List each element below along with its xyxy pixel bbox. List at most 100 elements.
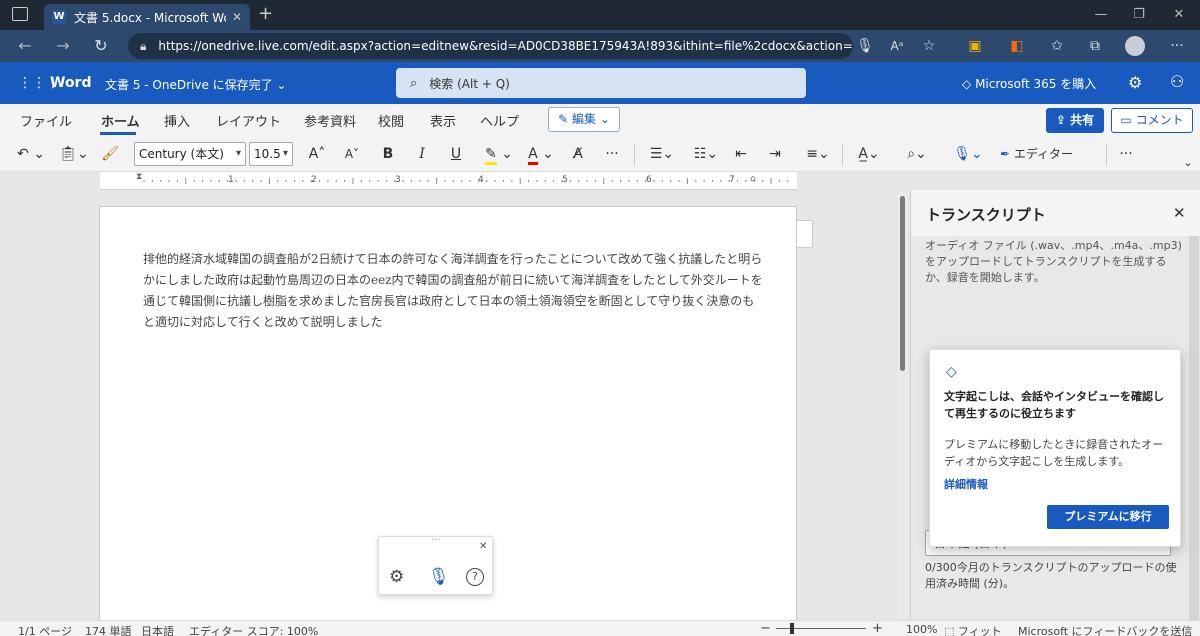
- format-painter-icon[interactable]: 🖌︎: [98, 143, 122, 165]
- zoom-slider-thumb[interactable]: [790, 623, 794, 634]
- dictation-settings-gear-icon[interactable]: ⚙: [389, 567, 404, 587]
- callout-heading: 文字起こしは、会話やインタビューを確認して再生するのに役立ちます: [944, 390, 1164, 420]
- feedback-link[interactable]: Microsoft にフィードバックを送信: [1018, 623, 1192, 636]
- learn-more-link[interactable]: 詳細情報: [944, 476, 988, 492]
- align-icon[interactable]: ≡⌄: [800, 143, 836, 165]
- tab-actions-icon[interactable]: [12, 7, 28, 21]
- more-font-options-icon[interactable]: ···: [600, 143, 624, 165]
- tab-close-icon[interactable]: ✕: [232, 10, 242, 24]
- minimize-button[interactable]: —: [1086, 4, 1116, 26]
- new-tab-button[interactable]: +: [258, 3, 273, 24]
- pane-title: トランスクリプト: [926, 206, 1046, 224]
- collections-icon[interactable]: ⧉: [1082, 35, 1108, 57]
- font-size-select[interactable]: 10.5 ▾: [249, 142, 293, 166]
- document-scrollbar-thumb[interactable]: [900, 196, 905, 371]
- account-icon[interactable]: ⚇: [1170, 72, 1184, 91]
- dictation-microphone-icon[interactable]: 🎙︎: [428, 567, 450, 587]
- editor-button[interactable]: ✒ エディター: [1000, 143, 1096, 165]
- read-aloud-icon[interactable]: Aᵃ: [884, 35, 910, 57]
- refresh-button[interactable]: ↻: [88, 35, 114, 57]
- ruler-number: 4: [478, 175, 484, 185]
- close-window-button[interactable]: ✕: [1164, 4, 1194, 26]
- ribbon-expand-icon[interactable]: ⌄: [1180, 152, 1196, 174]
- more-options-icon[interactable]: ···: [1114, 143, 1138, 165]
- font-size-value: 10.5: [254, 147, 281, 161]
- browser-tab[interactable]: W 文書 5.docx - Microsoft Word Online ✕: [44, 4, 250, 30]
- tab-review[interactable]: 校閲: [378, 111, 404, 130]
- lock-icon: 🔒︎: [140, 38, 147, 53]
- address-bar-row: ← → ↻ 🔒︎ https://onedrive.live.com/edit.…: [0, 30, 1200, 62]
- font-color-icon[interactable]: A ⌄: [524, 143, 558, 165]
- document-name[interactable]: 文書 5 - OneDrive に保存完了 ⌄: [105, 76, 287, 93]
- settings-gear-icon[interactable]: ⚙: [1128, 73, 1142, 92]
- app-launcher-icon[interactable]: ⋮⋮⋮: [18, 74, 60, 92]
- tab-insert[interactable]: 挿入: [164, 111, 190, 130]
- highlight-icon[interactable]: ✎ ⌄: [482, 143, 516, 165]
- numbering-icon[interactable]: ☷⌄: [688, 143, 724, 165]
- go-premium-button[interactable]: プレミアムに移行: [1047, 505, 1169, 529]
- extension-2-icon[interactable]: ◧: [1004, 35, 1030, 57]
- tab-help[interactable]: ヘルプ: [480, 111, 519, 130]
- comment-icon: ▭: [1120, 113, 1132, 127]
- upload-quota-text: 0/300今月のトランスクリプトのアップロードの使用済み時間 (分)。: [925, 561, 1177, 590]
- word-count[interactable]: 174 単語: [85, 623, 132, 636]
- find-icon[interactable]: ⌕⌄: [900, 143, 934, 165]
- indent-marker-icon[interactable]: ⧗: [136, 172, 144, 190]
- ruler-number: 7: [729, 175, 735, 185]
- tab-home[interactable]: ホーム: [101, 111, 140, 130]
- styles-icon[interactable]: A̲⌄: [852, 143, 886, 165]
- italic-icon[interactable]: I: [412, 143, 432, 165]
- comments-button[interactable]: ▭ コメント: [1111, 108, 1193, 133]
- help-icon[interactable]: ?: [466, 568, 484, 586]
- shrink-font-icon[interactable]: A˅: [340, 143, 364, 165]
- proofing-language[interactable]: 日本語: [141, 623, 174, 636]
- favorites-icon[interactable]: ✩: [1044, 35, 1070, 57]
- favorite-add-icon[interactable]: ☆: [916, 35, 942, 57]
- close-pane-icon[interactable]: ✕: [1173, 204, 1186, 222]
- tab-references[interactable]: 参考資料: [304, 111, 356, 130]
- fit-button[interactable]: ⬚ フィット: [944, 623, 1002, 636]
- undo-icon[interactable]: ↶ ⌄: [14, 143, 48, 165]
- zoom-in-button[interactable]: +: [872, 621, 883, 636]
- zoom-level[interactable]: 100%: [906, 623, 937, 636]
- tab-layout[interactable]: レイアウト: [216, 111, 281, 130]
- pane-scrollbar[interactable]: [1189, 236, 1199, 620]
- buy-microsoft-365-button[interactable]: ◇ Microsoft 365 を購入: [962, 75, 1096, 92]
- ruler-number: 5: [562, 175, 568, 185]
- maximize-button[interactable]: ❐: [1124, 4, 1154, 26]
- editor-score[interactable]: エディター スコア: 100%: [189, 623, 318, 636]
- url-bar[interactable]: 🔒︎ https://onedrive.live.com/edit.aspx?a…: [128, 33, 853, 59]
- app-name[interactable]: Word: [50, 75, 92, 91]
- zoom-out-button[interactable]: −: [760, 621, 771, 636]
- right-indent-marker-icon[interactable]: ⌂: [750, 174, 756, 184]
- ruler-number: 2: [311, 175, 317, 185]
- drag-handle-icon[interactable]: ···: [431, 535, 441, 546]
- bullets-icon[interactable]: ☰⌄: [644, 143, 680, 165]
- increase-indent-icon[interactable]: ⇥: [764, 143, 786, 165]
- tab-view[interactable]: 表示: [430, 111, 456, 130]
- forward-button[interactable]: →: [50, 35, 76, 57]
- decrease-indent-icon[interactable]: ⇤: [730, 143, 752, 165]
- microphone-icon[interactable]: 🎙︎: [852, 35, 878, 57]
- font-name-select[interactable]: Century (本文) ▾: [134, 142, 246, 166]
- close-dictation-icon[interactable]: ✕: [479, 541, 487, 552]
- grow-font-icon[interactable]: A˄: [305, 143, 329, 165]
- bold-icon[interactable]: B: [378, 143, 398, 165]
- share-button[interactable]: ⇪ 共有: [1046, 108, 1104, 133]
- chevron-down-icon: ⌄: [276, 78, 287, 92]
- paste-icon[interactable]: 📋︎⌄: [58, 143, 90, 165]
- transcript-pane: トランスクリプト ✕ オーディオ ファイル (.wav、.mp4、.m4a、.m…: [910, 190, 1200, 620]
- extension-icon[interactable]: ▣: [962, 35, 988, 57]
- dictate-icon[interactable]: 🎙︎⌄: [950, 143, 986, 165]
- tab-file[interactable]: ファイル: [20, 111, 72, 130]
- search-box[interactable]: ⌕ 検索 (Alt + Q): [396, 68, 806, 98]
- back-button[interactable]: ←: [12, 35, 38, 57]
- document-body-text[interactable]: 排他的経済水域韓国の調査船が2日続けて日本の許可なく海洋調査を行ったことについて…: [143, 249, 763, 333]
- clear-formatting-icon[interactable]: A̸: [566, 143, 590, 165]
- editing-mode-button[interactable]: ✎ 編集 ⌄: [548, 107, 620, 132]
- ruler-number: 1: [228, 175, 234, 185]
- ruler-number: 3: [395, 175, 401, 185]
- browser-menu-icon[interactable]: ···: [1164, 35, 1190, 57]
- profile-avatar-icon[interactable]: [1125, 36, 1145, 56]
- underline-icon[interactable]: U: [446, 143, 466, 165]
